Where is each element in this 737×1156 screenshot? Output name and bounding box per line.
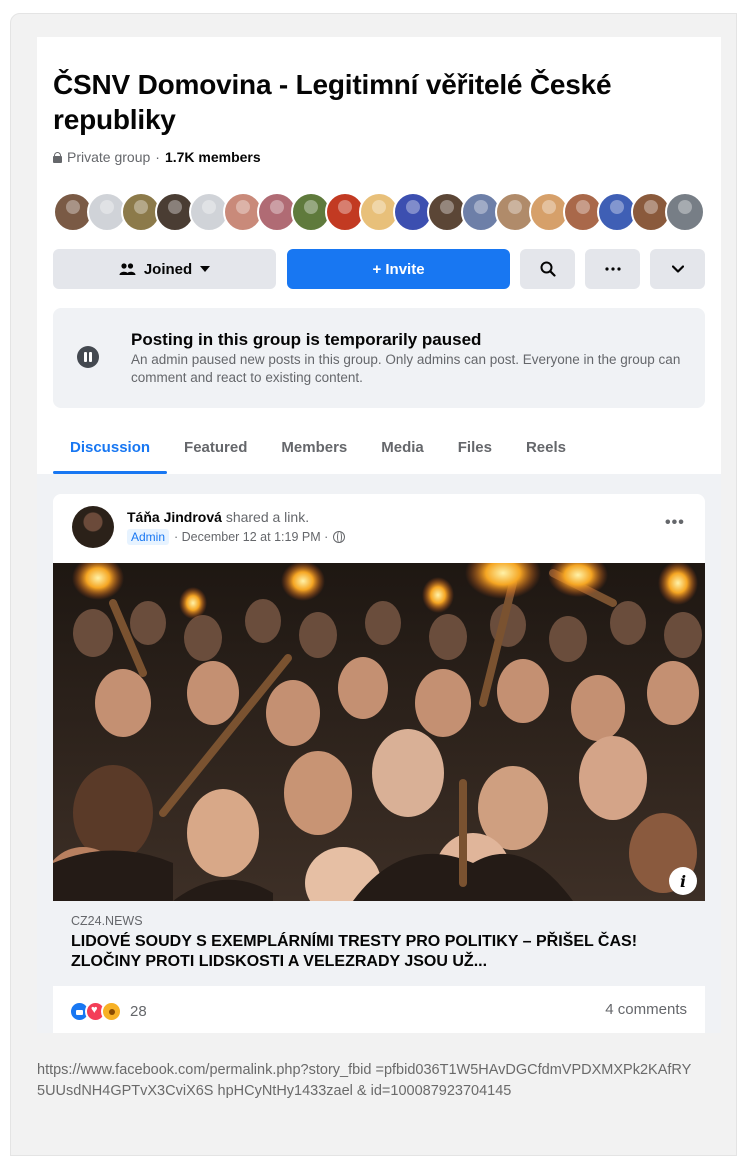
search-icon	[540, 261, 556, 277]
post-date-text: December 12 at 1:19 PM	[181, 530, 321, 544]
post-action: shared a link.	[225, 509, 310, 525]
info-icon[interactable]: i	[669, 867, 697, 895]
caret-down-icon	[200, 266, 211, 272]
tab-media[interactable]: Media	[364, 421, 441, 474]
chevron-down-icon	[671, 265, 684, 273]
notice-title: Posting in this group is temporarily pau…	[131, 330, 482, 349]
feed-post: Táňa Jindrová shared a link. Admin · Dec…	[53, 494, 705, 1033]
more-icon	[604, 267, 621, 271]
post-subline: Admin · December 12 at 1:19 PM ·	[127, 529, 346, 545]
tab-reels[interactable]: Reels	[509, 421, 583, 474]
facebook-group-page: ČSNV Domovina - Legitimní věřitelé České…	[37, 37, 721, 1033]
joined-button[interactable]: Joined	[53, 249, 276, 289]
tab-files[interactable]: Files	[441, 421, 509, 474]
meta-separator: ·	[155, 149, 160, 165]
group-header: ČSNV Domovina - Legitimní věřitelé České…	[37, 37, 721, 474]
globe-icon	[333, 530, 346, 543]
people-icon	[119, 263, 136, 275]
source-url: https://www.facebook.com/permalink.php?s…	[37, 1062, 692, 1099]
post-more-icon[interactable]: •••	[665, 514, 685, 532]
crowd-photo	[53, 563, 705, 901]
group-title: ČSNV Domovina - Legitimní věřitelé České…	[53, 69, 612, 135]
invite-button[interactable]: + Invite	[287, 249, 510, 289]
privacy-label: Private group	[67, 149, 151, 165]
posting-paused-notice: Posting in this group is temporarily pau…	[53, 308, 705, 408]
care-reaction-icon	[101, 1000, 122, 1022]
tab-discussion[interactable]: Discussion	[53, 421, 168, 474]
notice-body: An admin paused new posts in this group.…	[131, 352, 681, 385]
link-preview-image[interactable]: i	[53, 563, 705, 901]
tab-members[interactable]: Members	[264, 421, 364, 474]
admin-badge: Admin	[127, 529, 170, 545]
member-avatar[interactable]	[665, 192, 705, 232]
reactions-summary[interactable]: 28	[69, 999, 147, 1023]
post-date[interactable]: · December 12 at 1:19 PM ·	[174, 530, 328, 544]
more-options-button[interactable]	[585, 249, 640, 289]
link-title: LIDOVÉ SOUDY S EXEMPLÁRNÍMI TRESTY PRO P…	[71, 933, 638, 970]
post-author-line: Táňa Jindrová shared a link.	[127, 509, 309, 525]
group-meta: Private group · 1.7K members	[53, 149, 261, 165]
member-count[interactable]: 1.7K members	[165, 149, 261, 165]
link-preview-caption[interactable]: CZ24.NEWS LIDOVÉ SOUDY S EXEMPLÁRNÍMI TR…	[53, 901, 705, 986]
pause-icon	[77, 346, 99, 368]
link-domain: CZ24.NEWS	[71, 914, 143, 928]
reaction-count: 28	[130, 1002, 147, 1020]
author-name[interactable]: Táňa Jindrová	[127, 509, 222, 525]
collapse-button[interactable]	[650, 249, 705, 289]
comments-count[interactable]: 4 comments	[605, 1001, 687, 1018]
lock-icon	[53, 151, 62, 163]
group-tabs: Discussion Featured Members Media Files Reels	[53, 421, 583, 474]
invite-label: + Invite	[372, 260, 425, 278]
author-avatar[interactable]	[72, 506, 114, 548]
tab-featured[interactable]: Featured	[167, 421, 264, 474]
group-actions: Joined + Invite	[53, 249, 705, 289]
search-button[interactable]	[520, 249, 575, 289]
joined-label: Joined	[143, 260, 193, 278]
member-avatars[interactable]	[53, 192, 705, 234]
